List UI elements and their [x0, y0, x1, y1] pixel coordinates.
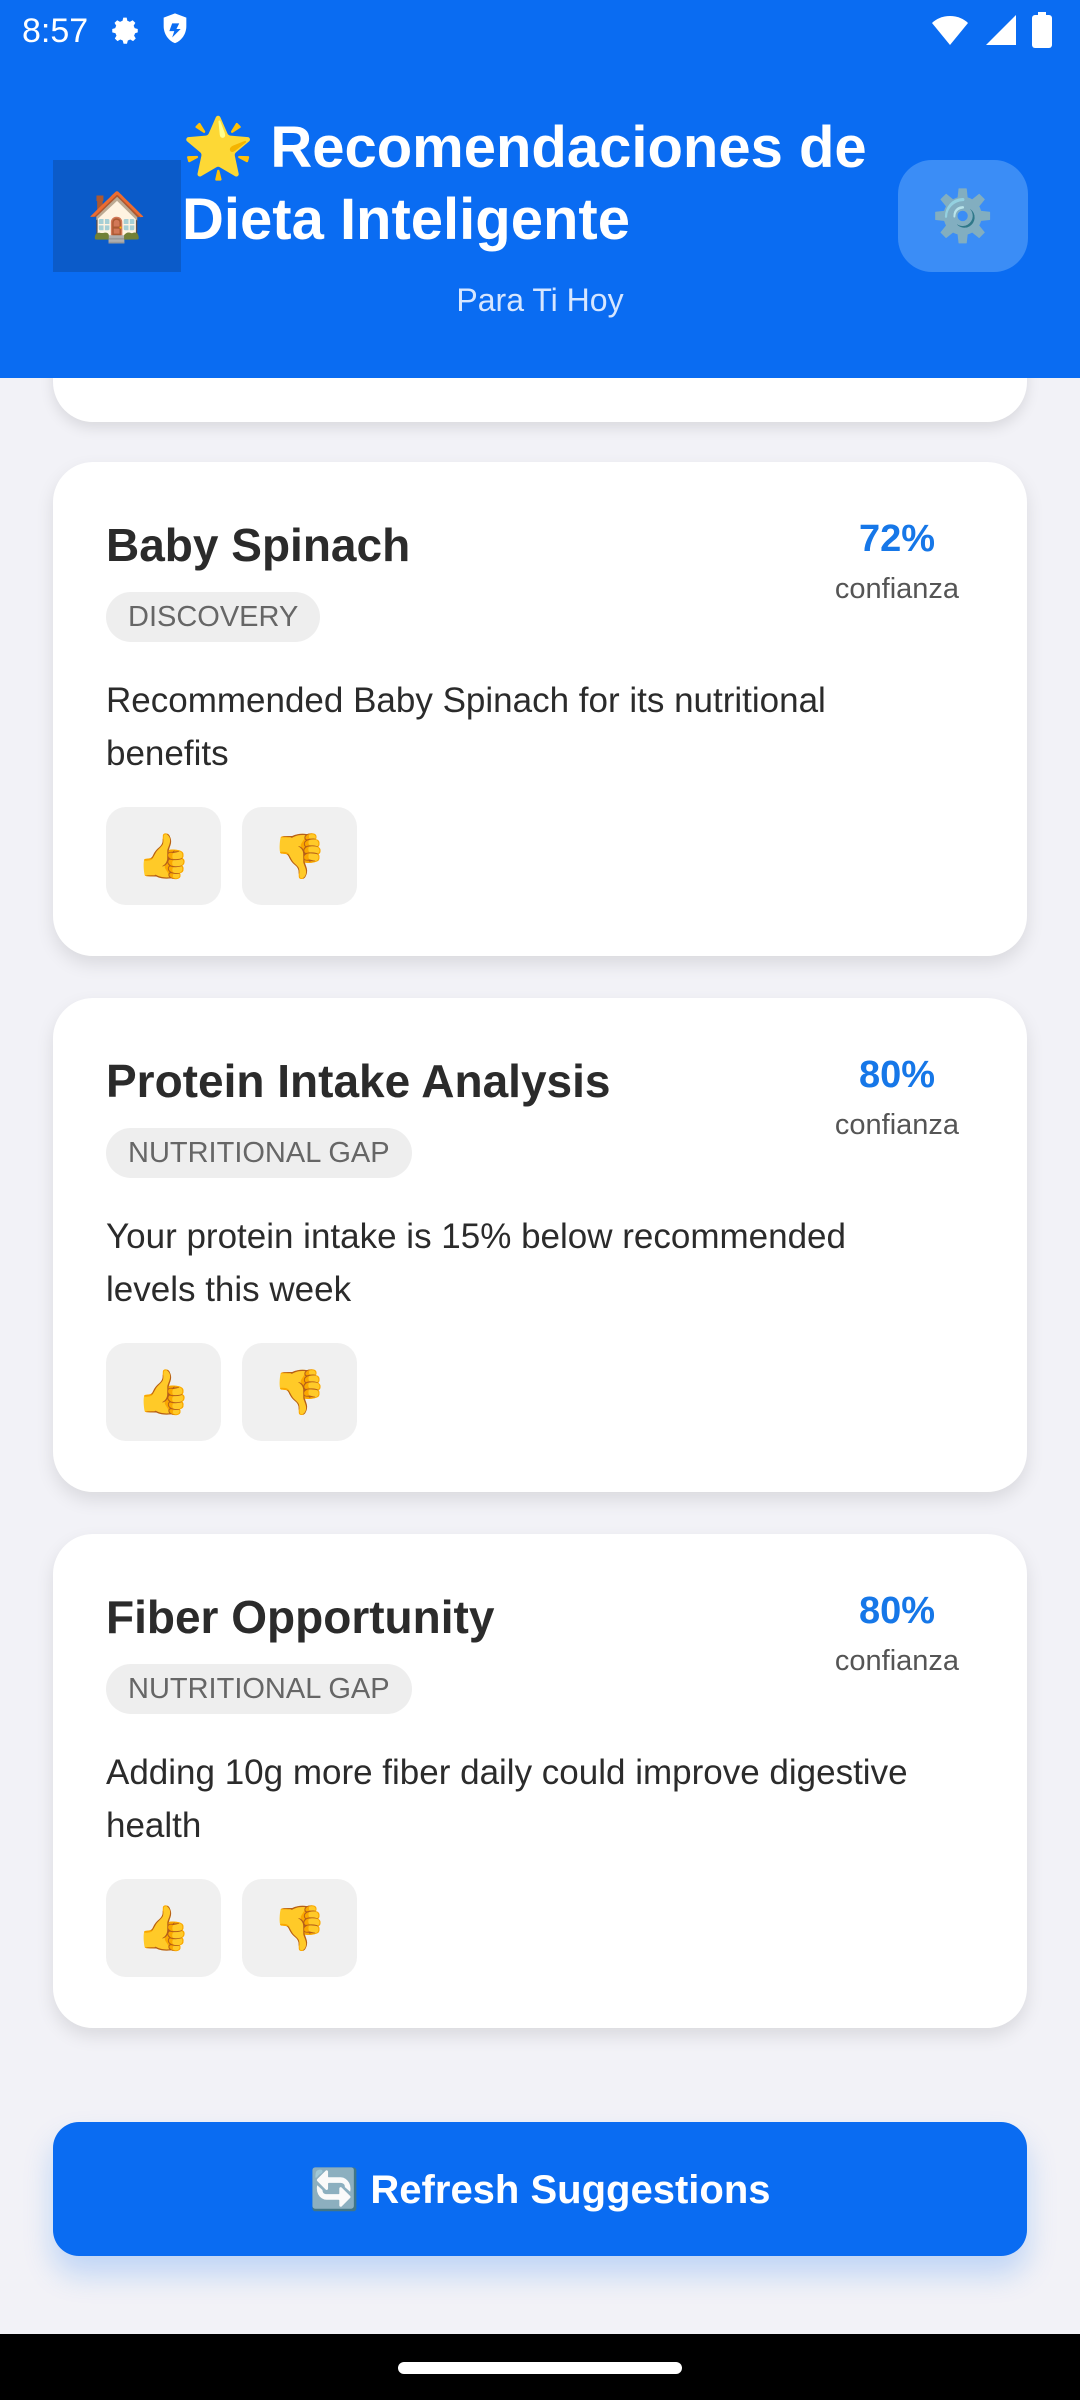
thumbs-down-icon: 👎 [272, 1368, 327, 1417]
confidence-indicator: 72% confianza [817, 518, 977, 606]
settings-button[interactable]: ⚙️ [898, 160, 1028, 272]
confidence-indicator: 80% confianza [817, 1054, 977, 1142]
shield-icon [163, 13, 187, 44]
status-right-icons [930, 12, 1052, 48]
thumbs-down-icon: 👎 [272, 832, 327, 881]
card-title: Fiber Opportunity [106, 1591, 495, 1643]
recommendation-card: Fiber Opportunity NUTRITIONAL GAP 80% co… [53, 1534, 1027, 2028]
home-button[interactable]: 🏠 [53, 160, 181, 272]
status-bar: 8:57 [0, 0, 1080, 62]
thumbs-up-icon: 👍 [136, 1368, 191, 1417]
thumbs-down-button[interactable]: 👎 [242, 1879, 357, 1977]
confidence-indicator: 80% confianza [817, 1590, 977, 1678]
confidence-value: 80% [858, 1054, 936, 1096]
page-subtitle: Para Ti Hoy [456, 282, 624, 318]
recommendation-card: Baby Spinach DISCOVERY 72% confianza Rec… [53, 462, 1027, 956]
card-description: Recommended Baby Spinach for its nutriti… [106, 681, 826, 773]
confidence-value: 80% [858, 1590, 936, 1632]
page-title: 🌟 Recomendaciones de Dieta Inteligente [182, 115, 867, 252]
status-left-icons [108, 12, 190, 46]
card-title: Baby Spinach [106, 519, 411, 571]
wifi-icon [932, 16, 968, 45]
card-description: Your protein intake is 15% below recomme… [106, 1217, 846, 1309]
thumbs-up-button[interactable]: 👍 [106, 1343, 221, 1441]
thumbs-up-icon: 👍 [136, 832, 191, 881]
home-gesture-handle[interactable] [398, 2362, 682, 2374]
card-category-badge: NUTRITIONAL GAP [106, 1128, 412, 1178]
gear-icon [112, 17, 138, 44]
confidence-value: 72% [858, 518, 936, 560]
thumbs-down-button[interactable]: 👎 [242, 807, 357, 905]
system-navigation-bar [0, 2334, 1080, 2400]
home-icon: 🏠 [87, 190, 147, 244]
confidence-label: confianza [834, 1645, 960, 1677]
status-time: 8:57 [22, 12, 89, 50]
app-header: 8:57 🏠 🌟 Recomendaciones de Dieta Inteli… [0, 0, 1080, 378]
thumbs-down-button[interactable]: 👎 [242, 1343, 357, 1441]
thumbs-up-button[interactable]: 👍 [106, 807, 221, 905]
card-category-badge: NUTRITIONAL GAP [106, 1664, 412, 1714]
thumbs-up-button[interactable]: 👍 [106, 1879, 221, 1977]
card-title: Protein Intake Analysis [106, 1055, 611, 1107]
confidence-label: confianza [834, 1109, 960, 1141]
signal-icon [986, 15, 1016, 45]
confidence-label: confianza [834, 573, 960, 605]
refresh-suggestions-button[interactable]: 🔄 Refresh Suggestions [53, 2122, 1027, 2256]
thumbs-up-icon: 👍 [136, 1904, 191, 1953]
card-category-badge: DISCOVERY [106, 592, 321, 642]
thumbs-down-icon: 👎 [272, 1904, 327, 1953]
gear-icon: ⚙️ [931, 187, 995, 244]
recommendation-card: Protein Intake Analysis NUTRITIONAL GAP … [53, 998, 1027, 1492]
battery-icon [1032, 12, 1052, 48]
card-description: Adding 10g more fiber daily could improv… [106, 1753, 908, 1845]
